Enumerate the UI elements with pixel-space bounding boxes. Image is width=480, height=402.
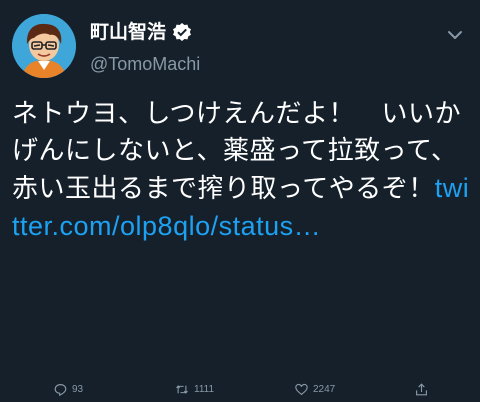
reply-count: 93 (72, 384, 84, 395)
heart-icon (295, 383, 308, 396)
tweet-actions: 93 1111 2247 (0, 380, 480, 402)
avatar-image (12, 14, 76, 78)
tweet-card[interactable]: 町山智浩 @TomoMachi ネトウヨ、しつけえんだよ！ いいかげんにしないと… (0, 0, 480, 402)
share-button[interactable] (415, 383, 433, 396)
avatar[interactable] (12, 14, 76, 78)
reply-icon (54, 384, 67, 396)
tweet-header: 町山智浩 @TomoMachi (90, 18, 430, 76)
name-row: 町山智浩 (90, 18, 430, 46)
verified-badge-icon (172, 22, 192, 42)
display-name[interactable]: 町山智浩 (90, 18, 166, 46)
retweet-count: 1111 (194, 384, 215, 395)
retweet-icon (176, 385, 188, 394)
like-count: 2247 (313, 384, 336, 395)
chevron-down-icon[interactable] (444, 24, 466, 46)
user-handle[interactable]: @TomoMachi (90, 52, 430, 76)
tweet-text: ネトウヨ、しつけえんだよ！ いいかげんにしないと、薬盛って拉致って、赤い玉出るま… (12, 96, 470, 246)
retweet-button[interactable]: 1111 (175, 383, 214, 396)
share-icon (416, 383, 427, 396)
like-button[interactable]: 2247 (295, 383, 335, 396)
tweet-text-content: ネトウヨ、しつけえんだよ！ いいかげんにしないと、薬盛って拉致って、赤い玉出るま… (12, 99, 461, 204)
reply-button[interactable]: 93 (54, 383, 83, 396)
